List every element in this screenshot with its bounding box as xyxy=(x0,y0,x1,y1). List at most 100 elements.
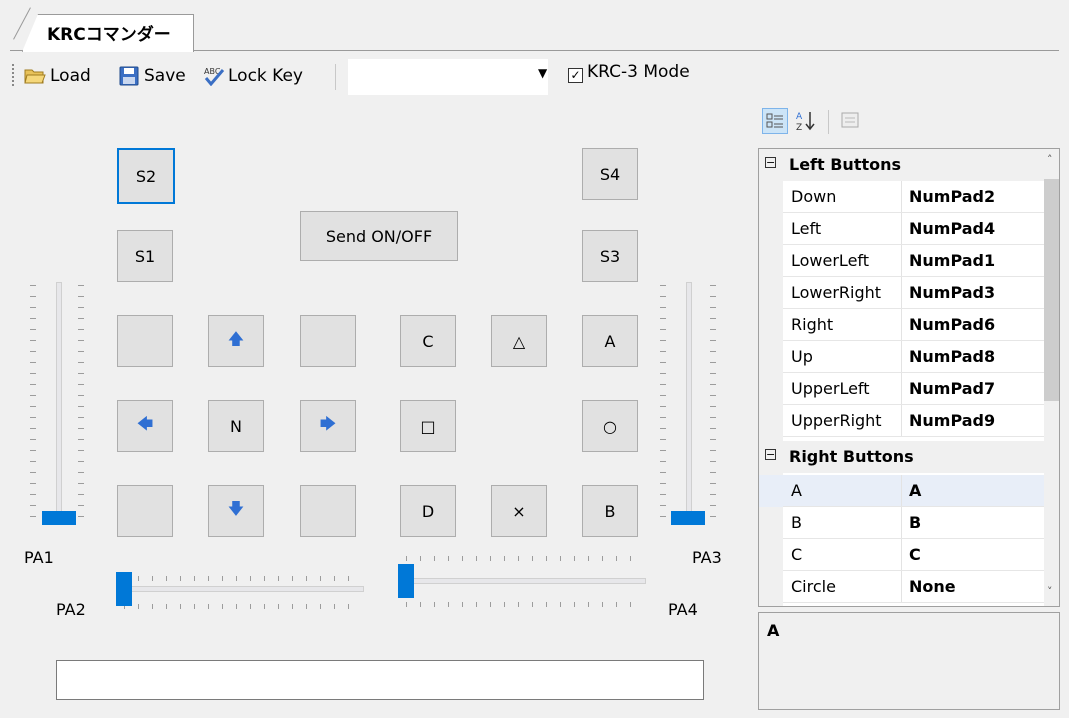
square-icon: □ xyxy=(420,416,436,436)
pa3-slider-thumb[interactable] xyxy=(671,511,705,525)
pa1-label: PA1 xyxy=(24,548,54,567)
c-button[interactable]: C xyxy=(400,315,456,367)
property-row[interactable]: LowerRight NumPad3 xyxy=(759,277,1044,309)
pa2-slider-thumb[interactable] xyxy=(116,572,132,606)
lock-key-button[interactable]: ABC Lock Key xyxy=(202,62,303,90)
property-value[interactable]: NumPad3 xyxy=(909,283,995,302)
arrow-right-icon: 🡆 xyxy=(319,413,337,433)
property-description-panel: A xyxy=(758,612,1060,710)
categorized-view-icon[interactable] xyxy=(762,108,788,134)
lower-left-button[interactable] xyxy=(117,485,173,537)
arrow-left-icon: 🡄 xyxy=(136,413,154,433)
send-on-off-button[interactable]: Send ON/OFF xyxy=(300,211,458,261)
pa4-slider-track[interactable] xyxy=(402,578,646,584)
category-left-buttons[interactable]: − Left Buttons xyxy=(759,149,1044,181)
s1-button[interactable]: S1 xyxy=(117,230,173,282)
property-value[interactable]: C xyxy=(909,545,921,564)
circle-icon: ○ xyxy=(603,416,617,436)
load-label: Load xyxy=(50,66,91,86)
s3-button[interactable]: S3 xyxy=(582,230,638,282)
a-label: A xyxy=(604,331,616,351)
spellcheck-icon: ABC xyxy=(202,66,225,87)
property-row[interactable]: CC xyxy=(759,539,1044,571)
pa4-label: PA4 xyxy=(668,600,698,619)
a-button[interactable]: A xyxy=(582,315,638,367)
load-button[interactable]: Load xyxy=(24,62,91,90)
property-value[interactable]: NumPad9 xyxy=(909,411,995,430)
property-value[interactable]: NumPad4 xyxy=(909,219,995,238)
property-value[interactable]: None xyxy=(909,577,956,596)
category-right-buttons[interactable]: − Right Buttons xyxy=(759,441,1044,473)
property-name: UpperRight xyxy=(791,411,882,430)
property-row-selected[interactable]: AA xyxy=(759,475,1044,507)
property-value[interactable]: NumPad1 xyxy=(909,251,995,270)
toolbar-separator xyxy=(335,64,336,90)
property-name: LowerRight xyxy=(791,283,882,302)
property-row[interactable]: Left NumPad4 xyxy=(759,213,1044,245)
mode-combobox[interactable] xyxy=(348,59,548,95)
left-button[interactable]: 🡄 xyxy=(117,400,173,452)
chevron-down-icon[interactable]: ▼ xyxy=(538,66,547,80)
property-grid-scrollbar[interactable]: ˄ ˅ xyxy=(1044,149,1059,606)
pa4-slider-thumb[interactable] xyxy=(398,564,414,598)
lock-key-label: Lock Key xyxy=(228,66,303,86)
property-row[interactable]: LowerLeft NumPad1 xyxy=(759,245,1044,277)
triangle-button[interactable]: △ xyxy=(491,315,547,367)
toolbar-grip[interactable] xyxy=(12,64,14,88)
up-button[interactable]: 🡅 xyxy=(208,315,264,367)
status-textbox[interactable] xyxy=(56,660,704,700)
property-value[interactable]: NumPad2 xyxy=(909,187,995,206)
description-title: A xyxy=(767,621,780,640)
b-button[interactable]: B xyxy=(582,485,638,537)
circle-button[interactable]: ○ xyxy=(582,400,638,452)
pa1-slider-track[interactable] xyxy=(56,282,62,524)
property-row[interactable]: Up NumPad8 xyxy=(759,341,1044,373)
neutral-button[interactable]: N xyxy=(208,400,264,452)
property-value[interactable]: NumPad7 xyxy=(909,379,995,398)
d-button[interactable]: D xyxy=(400,485,456,537)
property-value[interactable]: NumPad8 xyxy=(909,347,995,366)
scrollbar-thumb[interactable] xyxy=(1044,179,1059,401)
save-button[interactable]: Save xyxy=(118,62,186,90)
pa2-label: PA2 xyxy=(56,600,86,619)
pa1-ticks-right xyxy=(78,285,84,521)
sort-alphabetical-icon[interactable]: A Z xyxy=(794,108,820,134)
upper-right-button[interactable] xyxy=(300,315,356,367)
cross-icon: × xyxy=(512,501,526,521)
property-row[interactable]: BB xyxy=(759,507,1044,539)
property-value[interactable]: B xyxy=(909,513,921,532)
cross-button[interactable]: × xyxy=(491,485,547,537)
collapse-icon[interactable]: − xyxy=(765,157,776,168)
property-row[interactable]: Down NumPad2 xyxy=(759,181,1044,213)
right-button[interactable]: 🡆 xyxy=(300,400,356,452)
square-button[interactable]: □ xyxy=(400,400,456,452)
down-button[interactable]: 🡇 xyxy=(208,485,264,537)
neutral-label: N xyxy=(230,416,242,436)
pa4-ticks-bottom xyxy=(406,602,642,607)
property-name: Down xyxy=(791,187,837,206)
pa1-slider-thumb[interactable] xyxy=(42,511,76,525)
s4-button[interactable]: S4 xyxy=(582,148,638,200)
property-row[interactable]: UpperLeft NumPad7 xyxy=(759,373,1044,405)
upper-left-button[interactable] xyxy=(117,315,173,367)
krc3-checkbox[interactable]: ✓ xyxy=(568,68,583,83)
scroll-up-icon[interactable]: ˄ xyxy=(1047,153,1053,166)
pa2-slider-track[interactable] xyxy=(120,586,364,592)
pa3-slider-track[interactable] xyxy=(686,282,692,524)
collapse-icon[interactable]: − xyxy=(765,449,776,460)
property-value[interactable]: NumPad6 xyxy=(909,315,995,334)
s2-button[interactable]: S2 xyxy=(117,148,175,204)
property-row[interactable]: Right NumPad6 xyxy=(759,309,1044,341)
property-name: B xyxy=(791,513,802,532)
svg-text:A: A xyxy=(796,112,803,122)
property-pages-icon[interactable] xyxy=(838,108,864,134)
scroll-down-icon[interactable]: ˅ xyxy=(1047,585,1053,598)
b-label: B xyxy=(604,501,616,521)
property-grid: − Left Buttons Down NumPad2 Left NumPad4 L… xyxy=(758,148,1060,607)
property-row[interactable]: Circle None xyxy=(759,571,1044,603)
arrow-down-icon: 🡇 xyxy=(227,498,245,518)
property-row[interactable]: UpperRight NumPad9 xyxy=(759,405,1044,437)
arrow-up-icon: 🡅 xyxy=(227,328,245,348)
property-value[interactable]: A xyxy=(909,481,921,500)
lower-right-button[interactable] xyxy=(300,485,356,537)
